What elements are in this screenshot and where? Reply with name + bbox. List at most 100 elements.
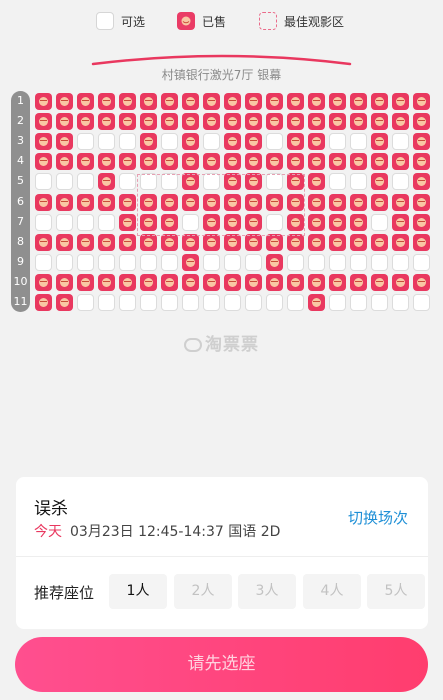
seat-sold	[98, 233, 115, 251]
recommend-3-person-button[interactable]: 3人	[238, 574, 296, 609]
seat-sold	[308, 93, 325, 110]
seat-available[interactable]	[203, 294, 220, 311]
seat-sold	[98, 93, 115, 110]
seat-available[interactable]	[77, 173, 94, 191]
seat-available[interactable]	[350, 173, 367, 191]
seat-available[interactable]	[161, 294, 178, 311]
seat-map	[0, 0, 443, 330]
seat-available[interactable]	[56, 173, 73, 191]
seat-available[interactable]	[182, 294, 199, 311]
seat-available[interactable]	[98, 294, 115, 311]
seat-sold	[371, 233, 388, 251]
seat-available[interactable]	[203, 253, 220, 271]
seat-available[interactable]	[77, 213, 94, 231]
seat-available[interactable]	[350, 133, 367, 151]
seat-available[interactable]	[224, 253, 241, 271]
seat-available[interactable]	[140, 253, 157, 271]
seat-available[interactable]	[119, 173, 136, 191]
seat-available[interactable]	[245, 253, 262, 271]
seat-available[interactable]	[350, 253, 367, 271]
seat-sold	[245, 233, 262, 251]
seat-available[interactable]	[224, 294, 241, 311]
seat-available[interactable]	[266, 133, 283, 151]
seat-available[interactable]	[35, 173, 52, 191]
seat-sold	[182, 273, 199, 291]
seat-sold	[224, 273, 241, 291]
seat-sold	[182, 253, 199, 271]
seat-available[interactable]	[329, 294, 346, 311]
seat-available[interactable]	[98, 213, 115, 231]
showtime-card: 误杀 今天 03月23日 12:45-14:37 国语 2D 切换场次 推荐座位 …	[16, 477, 428, 629]
seat-available[interactable]	[203, 133, 220, 151]
seat-sold	[35, 153, 52, 171]
seat-available[interactable]	[392, 294, 409, 311]
seat-sold	[77, 233, 94, 251]
seat-available[interactable]	[245, 294, 262, 311]
seat-available[interactable]	[119, 133, 136, 151]
seat-sold	[266, 153, 283, 171]
seat-sold	[329, 153, 346, 171]
seat-sold	[350, 113, 367, 131]
seat-available[interactable]	[56, 213, 73, 231]
seat-available[interactable]	[287, 294, 304, 311]
seat-available[interactable]	[98, 133, 115, 151]
seat-available[interactable]	[77, 294, 94, 311]
seat-sold	[140, 273, 157, 291]
seat-sold	[392, 93, 409, 110]
seat-available[interactable]	[392, 173, 409, 191]
seat-sold	[266, 233, 283, 251]
seat-available[interactable]	[77, 133, 94, 151]
seat-sold	[308, 233, 325, 251]
seat-sold	[56, 233, 73, 251]
seat-sold	[98, 113, 115, 131]
seat-available[interactable]	[413, 294, 430, 311]
seat-available[interactable]	[140, 294, 157, 311]
seat-available[interactable]	[35, 213, 52, 231]
seat-available[interactable]	[119, 253, 136, 271]
seat-sold	[266, 253, 283, 271]
seat-available[interactable]	[161, 253, 178, 271]
seat-sold	[371, 133, 388, 151]
seat-available[interactable]	[413, 253, 430, 271]
seat-sold	[203, 153, 220, 171]
seat-available[interactable]	[392, 133, 409, 151]
recommend-2-person-button[interactable]: 2人	[174, 574, 232, 609]
select-seat-first-button[interactable]: 请先选座	[15, 637, 428, 692]
seat-available[interactable]	[350, 294, 367, 311]
seat-sold	[119, 273, 136, 291]
seat-sold	[287, 133, 304, 151]
seat-available[interactable]	[329, 253, 346, 271]
seat-available[interactable]	[35, 253, 52, 271]
seat-available[interactable]	[266, 294, 283, 311]
seat-available[interactable]	[98, 253, 115, 271]
seat-available[interactable]	[287, 253, 304, 271]
seat-available[interactable]	[371, 213, 388, 231]
seat-sold	[77, 273, 94, 291]
seat-available[interactable]	[371, 253, 388, 271]
seat-available[interactable]	[119, 294, 136, 311]
seat-available[interactable]	[392, 253, 409, 271]
seat-sold	[308, 273, 325, 291]
seat-available[interactable]	[329, 133, 346, 151]
seat-sold	[371, 113, 388, 131]
seat-available[interactable]	[77, 253, 94, 271]
seat-sold	[98, 173, 115, 191]
seat-available[interactable]	[371, 294, 388, 311]
seat-available[interactable]	[56, 253, 73, 271]
recommend-label: 推荐座位	[34, 584, 95, 602]
seat-available[interactable]	[329, 173, 346, 191]
recommend-4-person-button[interactable]: 4人	[303, 574, 361, 609]
seat-sold	[329, 233, 346, 251]
seat-sold	[413, 273, 430, 291]
seat-sold	[287, 273, 304, 291]
seat-sold	[350, 153, 367, 171]
seat-sold	[56, 113, 73, 131]
seat-available[interactable]	[161, 133, 178, 151]
seat-sold	[413, 233, 430, 251]
seat-sold	[140, 233, 157, 251]
recommend-1-person-button[interactable]: 1人	[109, 574, 167, 609]
seat-sold	[371, 193, 388, 211]
switch-showtime-button[interactable]: 切换场次	[348, 507, 408, 528]
seat-available[interactable]	[308, 253, 325, 271]
recommend-5-person-button[interactable]: 5人	[367, 574, 425, 609]
